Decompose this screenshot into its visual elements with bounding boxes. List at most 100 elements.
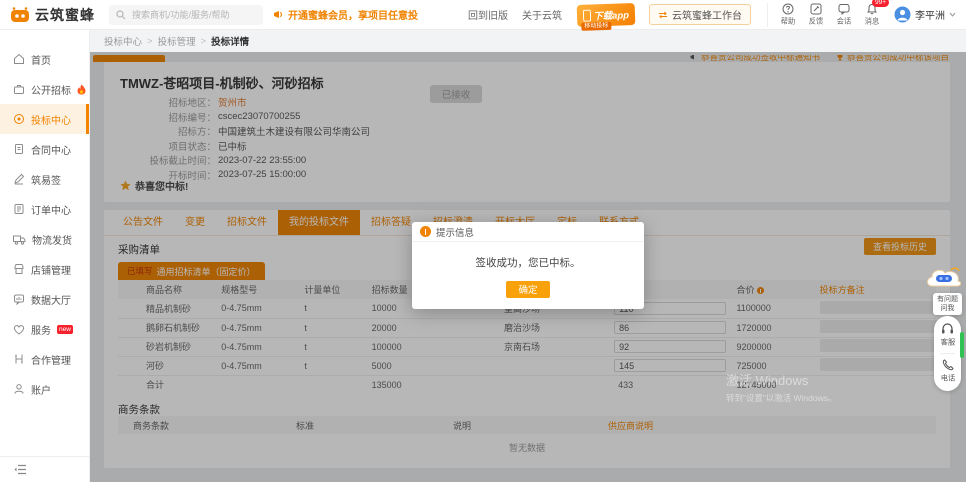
- windows-activation-watermark: 激活 Windows 转到“设置”以激活 Windows。: [726, 370, 837, 404]
- document-icon: [13, 143, 25, 155]
- sidebar-item-label: 投标中心: [31, 112, 71, 127]
- sidebar-item-label: 合同中心: [31, 142, 71, 157]
- top-bar: 云筑蜜蜂 开通蜜蜂会员，享项目任意投 回到旧版 关于云筑 下载app 移动投标: [0, 0, 966, 30]
- new-badge: new: [57, 325, 73, 334]
- robot-logo-icon: [10, 6, 30, 24]
- breadcrumb: 投标中心 > 投标管理 > 投标详情: [90, 30, 966, 52]
- help-button[interactable]: 帮助: [780, 3, 796, 27]
- headset-icon: [941, 323, 954, 335]
- breadcrumb-separator: >: [147, 36, 153, 47]
- app-window: 云筑蜜蜂 开通蜜蜂会员，享项目任意投 回到旧版 关于云筑 下载app 移动投标: [0, 0, 966, 482]
- watermark-line1: 激活 Windows: [726, 370, 837, 389]
- breadcrumb-current: 投标详情: [211, 34, 249, 48]
- sidebar-collapse-button[interactable]: [0, 456, 89, 482]
- home-icon: [13, 53, 25, 65]
- sidebar-item-label: 订单中心: [31, 202, 71, 217]
- link-about[interactable]: 关于云筑: [522, 7, 562, 22]
- search-input[interactable]: [130, 9, 250, 21]
- assistant-mascot[interactable]: [924, 260, 964, 297]
- cooperation-icon: [13, 353, 25, 365]
- member-promo-link[interactable]: 开通蜜蜂会员，享项目任意投: [273, 7, 418, 22]
- feedback-button[interactable]: 反馈: [808, 3, 824, 27]
- user-menu[interactable]: 李平洲: [894, 6, 956, 23]
- chat-icon: [838, 3, 850, 15]
- sidebar-item-shop-management[interactable]: 店铺管理: [0, 254, 89, 284]
- dialog-header: 提示信息: [412, 222, 644, 242]
- tooltip-line2: 问我: [933, 304, 962, 313]
- sidebar-item-public-bidding[interactable]: 公开招标: [0, 74, 89, 104]
- chat-button[interactable]: 会话: [836, 3, 852, 27]
- target-icon: [13, 113, 25, 125]
- dialog-title: 提示信息: [436, 225, 474, 239]
- download-app-label: 下载app: [593, 7, 629, 22]
- mobile-bid-sub-badge: 移动投标: [581, 21, 611, 30]
- workspace-label: 云筑蜜蜂工作台: [672, 7, 742, 22]
- workspace-switcher[interactable]: 云筑蜜蜂工作台: [649, 4, 751, 25]
- sidebar-item-label: 账户: [31, 382, 51, 397]
- truck-icon: [13, 234, 26, 245]
- confirm-button[interactable]: 确定: [506, 281, 550, 298]
- sidebar-item-label: 筑易签: [31, 172, 61, 187]
- sidebar-item-esign[interactable]: 筑易签: [0, 164, 89, 194]
- breadcrumb-item[interactable]: 投标管理: [158, 34, 196, 48]
- sidebar-item-account[interactable]: 账户: [0, 374, 89, 404]
- watermark-line2: 转到“设置”以激活 Windows。: [726, 392, 837, 404]
- prompt-dialog: 提示信息 签收成功，您已中标。 确定: [412, 222, 644, 309]
- divider: [940, 353, 955, 354]
- cloud-mascot-icon: [924, 260, 964, 292]
- sidebar-item-cooperation[interactable]: 合作管理: [0, 344, 89, 374]
- messages-button[interactable]: 99+ 消息: [864, 3, 880, 27]
- sidebar-item-logistics[interactable]: 物流发货: [0, 224, 89, 254]
- sidebar-item-contract-center[interactable]: 合同中心: [0, 134, 89, 164]
- user-name: 李平洲: [915, 7, 945, 22]
- shop-icon: [13, 263, 25, 275]
- sidebar-item-label: 数据大厅: [31, 292, 71, 307]
- person-icon: [13, 383, 25, 395]
- megaphone-icon: [273, 9, 284, 20]
- pen-icon: [13, 173, 25, 185]
- swap-arrows-icon: [658, 11, 668, 19]
- collapse-menu-icon: [14, 464, 27, 475]
- sidebar-item-home[interactable]: 首页: [0, 44, 89, 74]
- sidebar-item-bidding-center[interactable]: 投标中心: [0, 104, 89, 134]
- global-search[interactable]: [109, 5, 263, 25]
- phone-icon: [942, 359, 954, 371]
- chevron-down-icon: [949, 12, 956, 17]
- phone-label[interactable]: 电话: [940, 374, 954, 384]
- assistant-tooltip[interactable]: 有问题 问我: [933, 293, 962, 315]
- dialog-message: 签收成功，您已中标。: [412, 242, 644, 270]
- brand-name: 云筑蜜蜂: [35, 5, 95, 25]
- link-old-version[interactable]: 回到旧版: [468, 7, 508, 22]
- breadcrumb-separator: >: [201, 36, 207, 47]
- sidebar-item-service[interactable]: 服务 new: [0, 314, 89, 344]
- message-count-badge: 99+: [872, 0, 889, 7]
- scrollbar-thumb[interactable]: [960, 332, 964, 358]
- download-app-badge[interactable]: 下载app 移动投标: [577, 2, 636, 26]
- info-icon: [420, 226, 431, 237]
- help-icon: [782, 3, 794, 15]
- chat-label: 会话: [837, 16, 851, 26]
- avatar: [894, 6, 911, 23]
- service-label[interactable]: 客服: [940, 338, 954, 348]
- promo-text: 开通蜜蜂会员，享项目任意投: [288, 7, 418, 22]
- sidebar-item-label: 公开招标: [31, 82, 71, 97]
- breadcrumb-item[interactable]: 投标中心: [104, 34, 142, 48]
- heart-icon: [13, 324, 25, 335]
- sidebar-item-label: 服务: [31, 322, 51, 337]
- order-icon: [13, 203, 25, 215]
- phone-icon: [583, 9, 591, 21]
- topbar-icon-group: 帮助 反馈 会话 99+: [767, 3, 880, 27]
- data-icon: [13, 293, 25, 305]
- sidebar-item-label: 合作管理: [31, 352, 71, 367]
- sidebar-item-label: 店铺管理: [31, 262, 71, 277]
- messages-label: 消息: [865, 16, 879, 26]
- hot-fire-icon: [77, 84, 86, 95]
- contact-float-panel: 客服 电话: [934, 316, 961, 391]
- search-icon: [116, 10, 126, 20]
- tooltip-line1: 有问题: [933, 295, 962, 304]
- feedback-icon: [810, 3, 822, 15]
- sidebar-item-data-hall[interactable]: 数据大厅: [0, 284, 89, 314]
- brand-logo[interactable]: 云筑蜜蜂: [10, 5, 95, 25]
- sidebar-item-order-center[interactable]: 订单中心: [0, 194, 89, 224]
- briefcase-icon: [13, 83, 25, 95]
